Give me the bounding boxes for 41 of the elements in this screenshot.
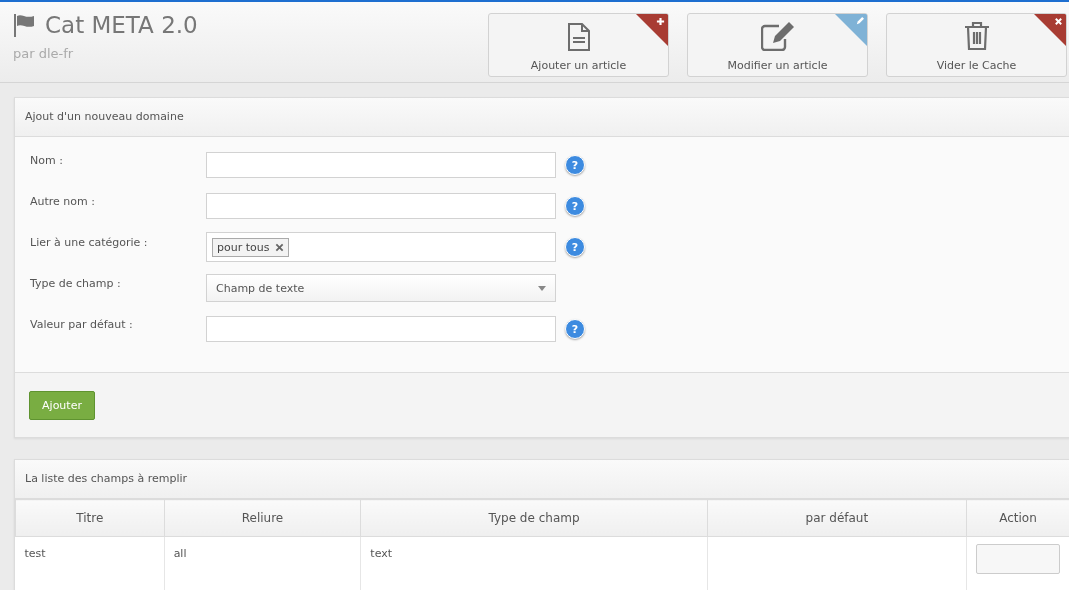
column-header: Action [966, 499, 1069, 537]
trash-icon [963, 21, 990, 51]
column-header: Type de champ [360, 499, 708, 537]
help-button[interactable]: ? [565, 155, 585, 175]
table-cell: text [360, 536, 708, 590]
panel-title: La liste des champs à remplir [15, 460, 1069, 499]
column-header: par défaut [707, 499, 967, 537]
field-label: Nom : [30, 153, 64, 167]
dropdown-value: Champ de texte [216, 281, 305, 295]
document-icon [566, 23, 591, 51]
panel-title: Ajout d'un nouveau domaine [15, 98, 1069, 137]
app-subtitle: par dle-fr [13, 46, 75, 61]
app-title: Cat META 2.0 [45, 12, 198, 38]
field-label: Type de champ : [30, 276, 122, 290]
edit-icon [760, 21, 795, 51]
table-cell: test [15, 536, 165, 590]
action-button[interactable]: Ajouter un article [488, 13, 669, 77]
tag-chip[interactable]: pour tous [212, 237, 290, 257]
column-header: Titre [15, 499, 165, 537]
remove-icon[interactable] [275, 242, 285, 252]
field-label: Lier à une catégorie : [30, 235, 149, 249]
tag-input-field[interactable]: pour tous [206, 232, 556, 262]
caret-icon [538, 285, 546, 291]
dropdown[interactable]: Champ de texte [206, 274, 556, 302]
input-field[interactable] [206, 316, 556, 342]
plus-icon [656, 17, 665, 26]
action-button[interactable]: Vider le Cache [886, 13, 1067, 77]
help-button[interactable]: ? [565, 196, 585, 216]
field-label: Valeur par défaut : [30, 317, 134, 331]
input-field[interactable] [206, 152, 556, 178]
field-label: Autre nom : [30, 194, 96, 208]
action-button[interactable]: Modifier un article [687, 13, 868, 77]
input-field[interactable] [206, 193, 556, 219]
close-icon [1054, 17, 1063, 26]
help-button[interactable]: ? [565, 237, 585, 257]
help-button[interactable]: ? [565, 319, 585, 339]
table-cell: all [164, 536, 361, 590]
action-button[interactable] [976, 544, 1060, 574]
flag-icon [13, 13, 35, 37]
column-header: Reliure [164, 499, 361, 537]
pencil-icon [855, 17, 864, 26]
